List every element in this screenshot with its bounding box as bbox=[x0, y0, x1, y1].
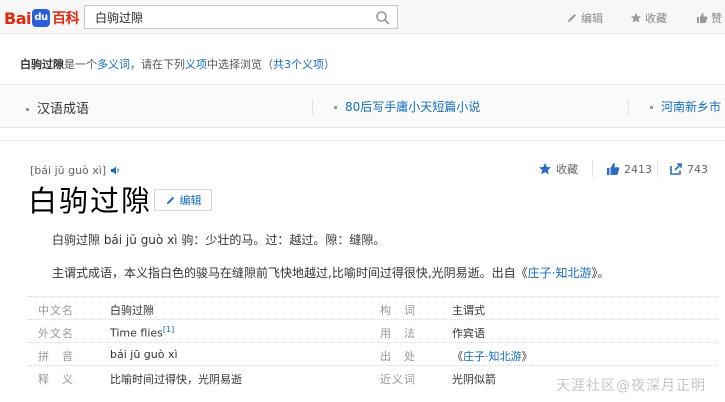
entry-description: 主谓式成语，本义指白色的骏马在缝隙前飞快地越过,比喻时间过得很快,光阴易逝。出自… bbox=[52, 264, 609, 281]
reference-link[interactable]: [1] bbox=[163, 325, 174, 334]
info-value: 主谓式 bbox=[452, 304, 485, 317]
info-key: 中文名 bbox=[38, 304, 74, 317]
total-senses-link[interactable]: 共3个义项 bbox=[273, 58, 324, 71]
sense-label: 80后写手庸小天短篇小说 bbox=[345, 100, 481, 114]
speaker-icon[interactable] bbox=[110, 165, 121, 176]
sense-item-novel[interactable]: 80后写手庸小天短篇小说 bbox=[334, 98, 480, 115]
sense-label: 汉语成语 bbox=[37, 102, 90, 117]
top-bar: Bai du 百科 编辑 收藏 赞 bbox=[0, 0, 725, 34]
pencil-icon bbox=[166, 196, 174, 204]
sense-list: 汉语成语 80后写手庸小天短篇小说 河南新乡市 bbox=[0, 84, 725, 128]
info-value: 比喻时间过得快，光阴易逝 bbox=[110, 373, 242, 386]
info-row: 拼 音 bái jū guò xì 出 处 《庄子·知北游》 bbox=[28, 342, 718, 365]
entry-pinyin: [bái jū guò xì] bbox=[30, 164, 121, 177]
entry-edit-label: 编辑 bbox=[179, 194, 202, 207]
entry-like-button[interactable]: 2413 bbox=[606, 158, 652, 180]
baidu-baike-logo[interactable]: Bai du 百科 bbox=[4, 8, 79, 28]
info-key: 构 词 bbox=[380, 304, 416, 317]
pencil-icon bbox=[568, 14, 576, 22]
entry-edit-button[interactable]: 编辑 bbox=[154, 189, 212, 211]
search-box bbox=[84, 5, 398, 29]
search-icon[interactable] bbox=[375, 10, 391, 26]
source-link[interactable]: 庄子·知北游 bbox=[463, 350, 522, 363]
disambiguation-notice: 白驹过隙是一个多义词，请在下列义项中选择浏览（共3个义项） bbox=[0, 50, 725, 80]
logo-text-bai: Bai bbox=[4, 8, 31, 28]
info-key: 用 法 bbox=[380, 327, 416, 340]
share-icon bbox=[670, 163, 682, 175]
disambiguation-text-is: 是一个 bbox=[64, 58, 97, 71]
info-key: 近义词 bbox=[380, 373, 416, 386]
bullet-icon bbox=[650, 106, 653, 109]
sense-divider bbox=[312, 99, 313, 115]
bullet-icon bbox=[334, 106, 337, 109]
description-text: 主谓式成语，本义指白色的骏马在缝隙前飞快地越过,比喻时间过得很快,光阴易逝。出自… bbox=[52, 266, 528, 280]
sense-item-xinxiang[interactable]: 河南新乡市 bbox=[650, 98, 721, 115]
top-favorite-button[interactable]: 收藏 bbox=[630, 10, 667, 26]
top-like-button[interactable]: 赞 bbox=[696, 10, 722, 26]
entry-favorite-button[interactable]: 收藏 bbox=[538, 158, 578, 180]
english-name: Time flies bbox=[110, 326, 163, 340]
info-value: 作宾语 bbox=[452, 327, 485, 340]
entry-definition: 白驹过隙 bái jū guò xì 驹：少壮的马。过：越过。隙：缝隙。 bbox=[52, 233, 386, 247]
disambiguation-text-choose: ，请在下列 bbox=[130, 58, 185, 71]
info-value: 《庄子·知北游》 bbox=[452, 348, 533, 364]
info-key: 出 处 bbox=[380, 350, 416, 363]
thumbs-up-icon bbox=[697, 13, 708, 23]
info-row: 外文名 Time flies[1] 用 法 作宾语 bbox=[28, 319, 718, 342]
source-suffix: 》 bbox=[521, 350, 533, 363]
star-icon bbox=[630, 12, 642, 23]
sense-label: 河南新乡市 bbox=[661, 100, 722, 114]
logo-text-baike: 百科 bbox=[51, 11, 80, 27]
info-key: 外文名 bbox=[38, 327, 74, 340]
action-divider bbox=[592, 161, 593, 177]
top-edit-label: 编辑 bbox=[581, 12, 603, 25]
share-count: 743 bbox=[687, 162, 708, 176]
source-link[interactable]: 庄子·知北游 bbox=[528, 266, 592, 280]
thumbs-up-icon bbox=[607, 163, 620, 175]
polysemy-link[interactable]: 多义词 bbox=[97, 58, 130, 71]
star-icon bbox=[539, 163, 551, 175]
source-prefix: 《 bbox=[452, 350, 463, 363]
top-favorite-label: 收藏 bbox=[645, 12, 667, 25]
sense-divider bbox=[628, 99, 629, 115]
entry-share-button[interactable]: 743 bbox=[669, 158, 708, 180]
search-input[interactable] bbox=[85, 6, 370, 28]
info-row: 中文名 白驹过隙 构 词 主谓式 bbox=[28, 296, 718, 319]
logo-paw-du: du bbox=[31, 9, 50, 27]
disambiguation-text-end: ） bbox=[324, 58, 335, 71]
entry-favorite-label: 收藏 bbox=[556, 163, 578, 176]
sense-item-current: 汉语成语 bbox=[26, 98, 89, 117]
top-like-label: 赞 bbox=[711, 12, 722, 25]
info-key: 拼 音 bbox=[38, 350, 74, 363]
info-value: 白驹过隙 bbox=[110, 304, 154, 317]
disambiguation-term: 白驹过隙 bbox=[20, 58, 64, 71]
bullet-icon bbox=[26, 108, 29, 111]
like-count: 2413 bbox=[624, 162, 652, 176]
disambiguation-text-browse: 中选择浏览（ bbox=[207, 58, 273, 71]
info-key: 释 义 bbox=[38, 373, 74, 386]
info-value: Time flies[1] bbox=[110, 325, 174, 340]
info-value: bái jū guò xì bbox=[110, 348, 178, 361]
description-end: 》。 bbox=[591, 266, 610, 280]
sense-link[interactable]: 义项 bbox=[185, 58, 207, 71]
pinyin-text: [bái jū guò xì] bbox=[30, 164, 107, 177]
info-value: 光阴似箭 bbox=[452, 373, 496, 386]
top-edit-button[interactable]: 编辑 bbox=[566, 10, 603, 26]
entry-title: 白驹过隙 bbox=[28, 184, 153, 218]
action-divider bbox=[657, 161, 658, 177]
watermark: 天涯社区@夜深月正明 bbox=[556, 378, 706, 394]
